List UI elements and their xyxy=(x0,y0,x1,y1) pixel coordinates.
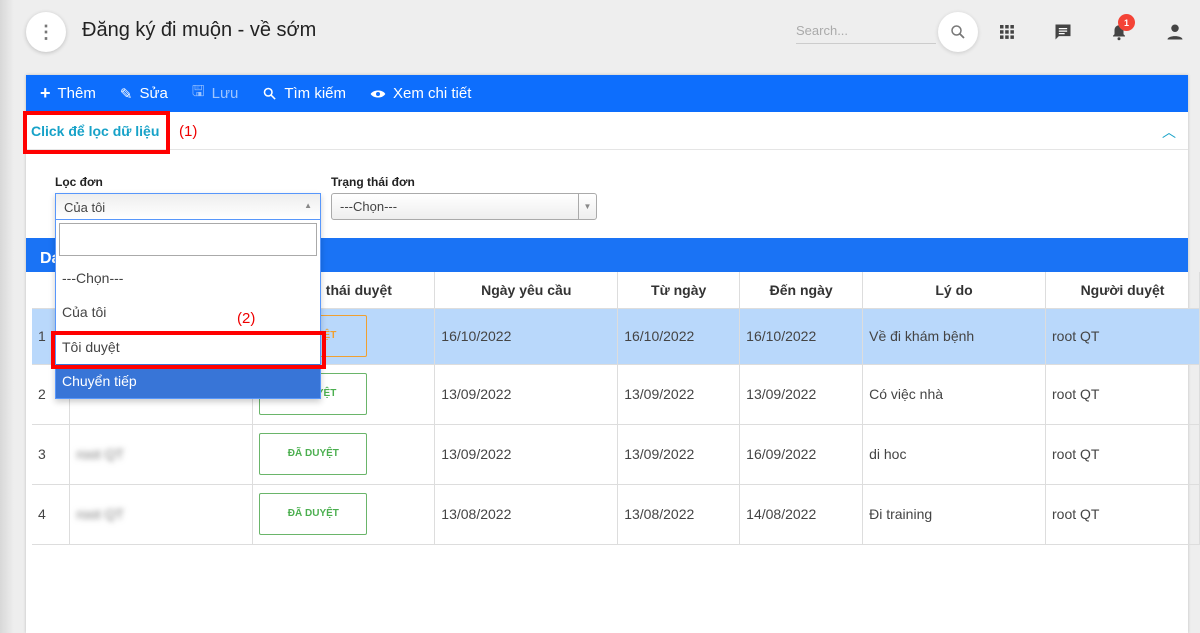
option-chuyen-tiep[interactable]: Chuyển tiếp xyxy=(56,364,320,398)
caret-up-icon: ▲ xyxy=(304,201,312,210)
search-icon xyxy=(951,25,965,39)
toolbar: + Thêm ✎ Sửa 🖫 Lưu Tìm kiếm Xem chi tiết xyxy=(26,75,1188,112)
eye-icon xyxy=(370,90,386,97)
page-title: Đăng ký đi muộn - về sớm xyxy=(82,19,317,41)
apps-grid-icon xyxy=(1000,25,1014,39)
more-vert-icon: ⋮ xyxy=(37,21,55,42)
table-row[interactable]: 3 root QT ĐÃ DUYỆT 13/09/2022 13/09/2022 16… xyxy=(32,423,1200,484)
notification-badge: 1 xyxy=(1118,14,1135,31)
annotation-2: (2) xyxy=(237,310,256,327)
pencil-icon: ✎ xyxy=(119,85,133,103)
loc-don-select[interactable]: Của tôi ▲ xyxy=(55,193,321,220)
status-badge: ĐÃ DUYỆT xyxy=(259,493,368,535)
person-icon xyxy=(1167,24,1183,40)
search-button[interactable] xyxy=(938,12,978,52)
view-detail-button[interactable]: Xem chi tiết xyxy=(370,85,471,102)
caret-down-icon: ▼ xyxy=(578,194,596,219)
option-cua-toi[interactable]: Của tôi xyxy=(56,295,320,329)
annotation-box-2 xyxy=(51,331,326,369)
loc-don-label: Lọc đơn xyxy=(55,175,103,189)
add-button[interactable]: + Thêm xyxy=(40,83,96,104)
edit-button[interactable]: ✎ Sửa xyxy=(120,85,168,103)
filter-header[interactable] xyxy=(26,112,1188,150)
plus-icon: + xyxy=(40,83,51,103)
apps-button[interactable] xyxy=(995,20,1019,44)
more-menu-button[interactable]: ⋮ xyxy=(26,12,66,52)
table-row[interactable]: 4 root QT ĐÃ DUYỆT 13/08/2022 13/08/2022 14… xyxy=(32,483,1200,544)
status-badge: ĐÃ DUYỆT xyxy=(259,433,368,475)
dropdown-search-input[interactable] xyxy=(59,223,317,256)
left-edge xyxy=(0,0,14,633)
trang-thai-select[interactable]: ---Chọn--- ▼ xyxy=(331,193,597,220)
annotation-1: (1) xyxy=(179,123,198,140)
option-chon[interactable]: ---Chọn--- xyxy=(56,261,320,295)
account-button[interactable] xyxy=(1163,20,1187,44)
messages-button[interactable] xyxy=(1051,20,1075,44)
search-input[interactable] xyxy=(796,18,936,44)
chat-icon xyxy=(1055,24,1071,40)
search-toolbar-button[interactable]: Tìm kiếm xyxy=(262,85,346,102)
chevron-up-icon[interactable]: ︿ xyxy=(1162,122,1176,142)
floppy-icon: 🖫 xyxy=(191,83,205,100)
save-button[interactable]: 🖫 Lưu xyxy=(192,81,239,106)
trang-thai-label: Trạng thái đơn xyxy=(331,175,415,189)
search-icon xyxy=(264,87,277,100)
annotation-box-1 xyxy=(23,111,170,154)
